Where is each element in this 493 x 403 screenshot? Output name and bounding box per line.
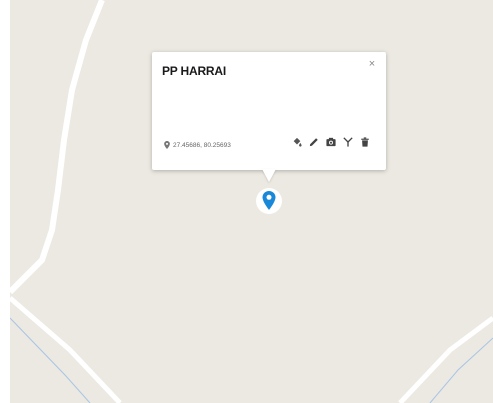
map-marker-icon[interactable]: [255, 185, 283, 217]
road-lower-right: [398, 315, 493, 403]
popup-pointer: [262, 169, 276, 182]
coordinates-row: 27.45686, 80.25693: [164, 141, 231, 149]
close-button[interactable]: ×: [366, 58, 378, 70]
popup-title: PP HARRAI: [162, 64, 226, 78]
canal-line-right: [429, 337, 493, 403]
location-pin-icon: [164, 141, 170, 149]
road-main: [10, 0, 105, 295]
road-lower-left: [10, 296, 122, 403]
coordinates-text: 27.45686, 80.25693: [173, 141, 231, 149]
popup-toolbar: [292, 137, 370, 147]
antenna-icon[interactable]: [343, 137, 353, 147]
pencil-icon[interactable]: [309, 137, 319, 147]
camera-icon[interactable]: [326, 137, 336, 147]
trash-icon[interactable]: [360, 137, 370, 147]
location-popup: PP HARRAI × 27.45686, 80.25693: [152, 52, 386, 170]
paint-bucket-icon[interactable]: [292, 137, 302, 147]
